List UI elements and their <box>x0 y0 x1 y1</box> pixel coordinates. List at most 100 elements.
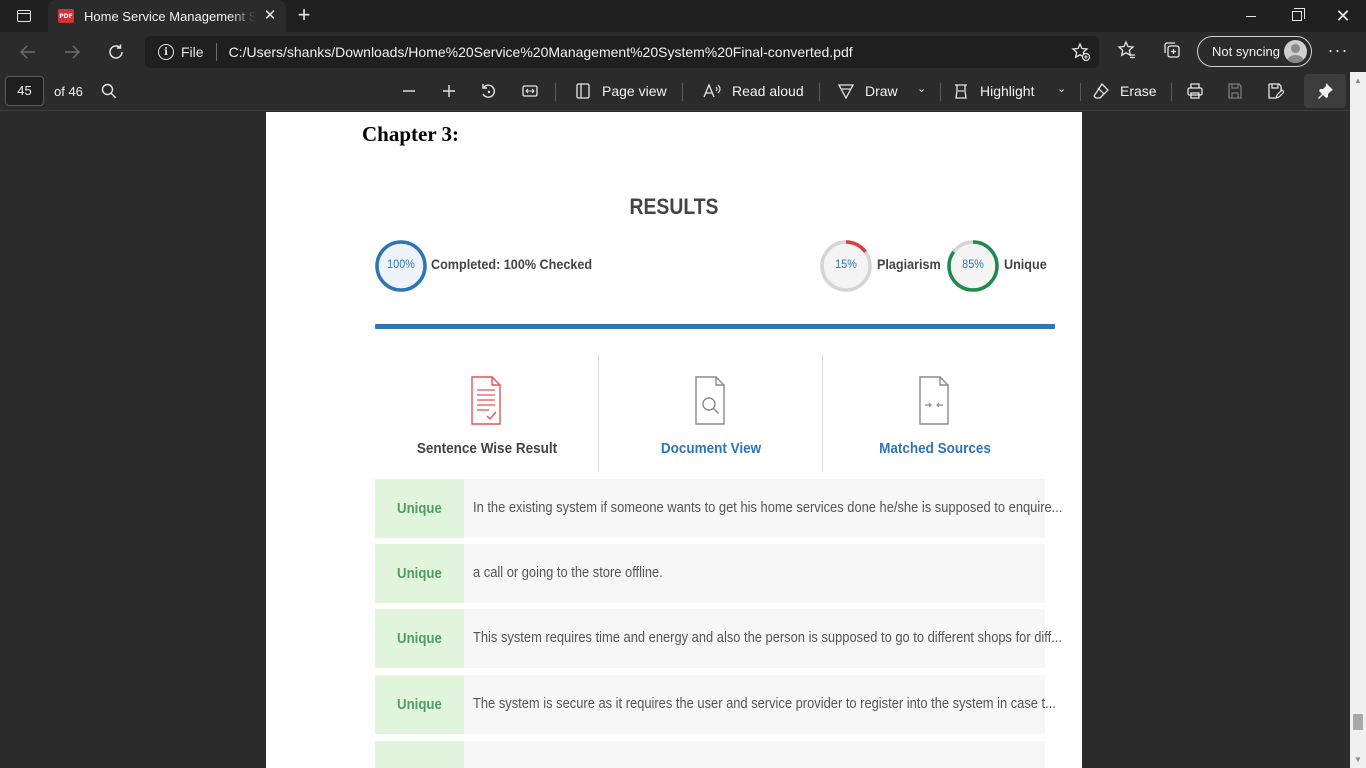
page-number-input[interactable]: 45 <box>5 76 44 106</box>
minimize-icon <box>1246 15 1256 17</box>
page-view-label: Page view <box>602 83 667 99</box>
erase-label: Erase <box>1120 83 1157 99</box>
highlight-icon <box>955 84 967 99</box>
plagiarism-value: 15% <box>835 257 857 271</box>
page-count: of 46 <box>54 84 83 99</box>
matched-sources-label: Matched Sources <box>879 440 991 457</box>
result-row: Unique a call or going to the store offl… <box>375 544 1045 603</box>
file-label: File <box>181 44 204 60</box>
close-icon: ✕ <box>1335 6 1351 26</box>
draw-chevron-down-icon[interactable]: ⌄ <box>917 82 926 95</box>
new-tab-button[interactable]: + <box>292 4 316 28</box>
url-text[interactable]: C:/Users/shanks/Downloads/Home%20Service… <box>229 44 853 60</box>
pdf-file-icon: PDF <box>58 9 74 23</box>
fit-to-page-button[interactable] <box>521 78 539 104</box>
favorites-icon <box>1117 40 1135 59</box>
tab-close-icon[interactable]: ✕ <box>262 8 278 24</box>
add-favorite-button[interactable] <box>1071 42 1091 62</box>
toolbar-separator <box>819 83 820 101</box>
pin-toolbar-button[interactable] <box>1304 74 1346 108</box>
read-aloud-button[interactable]: Read aloud <box>702 78 804 104</box>
close-window-button[interactable]: ✕ <box>1320 0 1366 32</box>
document-search-icon <box>695 376 725 425</box>
row-text: This system requires time and energy and… <box>473 629 1062 646</box>
pdf-viewer[interactable]: Chapter 3: RESULTS 100% Completed: 100% … <box>0 112 1350 768</box>
sentence-wise-result-tab[interactable]: Sentence Wise Result <box>375 354 599 472</box>
result-row: Unique The system is secure as it requir… <box>375 675 1056 734</box>
row-text: a call or going to the store offline. <box>473 564 663 581</box>
results-divider <box>375 324 1055 329</box>
find-button[interactable] <box>100 82 118 100</box>
highlight-chevron-down-icon[interactable]: ⌄ <box>1057 82 1066 95</box>
toolbar-separator <box>682 83 683 101</box>
info-icon[interactable]: i <box>158 44 174 60</box>
zoom-in-button[interactable] <box>440 78 458 104</box>
result-row: Unique In the existing system if someone… <box>375 479 1062 538</box>
pdf-page: Chapter 3: RESULTS 100% Completed: 100% … <box>266 112 1082 768</box>
toolbar-separator <box>940 83 941 101</box>
page-view-button[interactable]: Page view <box>574 78 667 104</box>
unique-label: Unique <box>1004 256 1047 272</box>
plus-icon <box>443 85 455 97</box>
chapter-heading: Chapter 3: <box>362 122 460 146</box>
page-view-icon <box>576 83 590 99</box>
pin-icon <box>1318 83 1333 99</box>
save-as-button[interactable] <box>1266 78 1284 104</box>
document-view-tab[interactable]: Document View <box>599 354 823 472</box>
status-badge <box>375 741 464 768</box>
search-icon <box>101 83 117 99</box>
highlight-label: Highlight <box>980 83 1035 99</box>
minimize-button[interactable] <box>1228 0 1274 32</box>
rotate-button[interactable] <box>480 78 498 104</box>
plagiarism-ring: 15% <box>820 230 872 302</box>
unique-ring: 85% <box>947 230 999 302</box>
unique-value: 85% <box>962 257 984 271</box>
read-aloud-label: Read aloud <box>732 83 804 99</box>
document-view-label: Document View <box>660 440 762 457</box>
matched-sources-icon <box>919 376 949 425</box>
status-badge: Unique <box>375 544 464 603</box>
back-arrow-icon <box>19 45 35 59</box>
tab-active[interactable]: PDF Home Service Management System Final… <box>48 0 286 32</box>
refresh-icon <box>109 44 123 59</box>
url-bar[interactable]: i File C:/Users/shanks/Downloads/Home%20… <box>145 36 1099 68</box>
fit-width-icon <box>522 85 538 97</box>
forward-button[interactable] <box>58 38 86 66</box>
print-button[interactable] <box>1186 78 1204 104</box>
rotate-icon <box>482 84 495 98</box>
plagiarism-label: Plagiarism <box>877 256 941 272</box>
back-button[interactable] <box>14 38 42 66</box>
status-badge: Unique <box>375 609 464 668</box>
eraser-icon <box>1093 82 1109 99</box>
profile-sync-button[interactable]: Not syncing <box>1197 36 1312 67</box>
sentence-wise-result-label: Sentence Wise Result <box>416 440 558 457</box>
save-button[interactable] <box>1226 78 1244 104</box>
pdf-toolbar: 45 of 46 Page view Read aloud Draw ⌄ Hig… <box>0 72 1366 111</box>
zoom-out-button[interactable] <box>400 78 418 104</box>
save-icon <box>1228 83 1242 99</box>
toolbar-separator <box>1080 83 1081 101</box>
settings-more-button[interactable]: ··· <box>1326 40 1350 64</box>
minus-icon <box>403 90 415 92</box>
scroll-up-icon[interactable]: ▲ <box>1354 76 1362 85</box>
result-row: Unique This system requires time and ene… <box>375 609 1062 668</box>
scroll-down-icon[interactable]: ▼ <box>1354 755 1362 764</box>
url-separator <box>215 43 217 61</box>
save-as-icon <box>1268 83 1284 99</box>
tab-actions-icon <box>17 10 31 22</box>
matched-sources-tab[interactable]: Matched Sources <box>823 354 1047 472</box>
collections-button[interactable] <box>1160 40 1184 64</box>
status-badge: Unique <box>375 675 464 734</box>
vertical-scrollbar[interactable]: ▲ ▼ <box>1350 72 1366 768</box>
scroll-thumb[interactable] <box>1353 714 1363 730</box>
highlight-button[interactable]: Highlight <box>952 78 1034 104</box>
restore-button[interactable] <box>1274 0 1320 32</box>
favorites-button[interactable] <box>1115 40 1139 64</box>
erase-button[interactable]: Erase <box>1092 78 1157 104</box>
tab-actions-button[interactable] <box>8 4 40 28</box>
sync-label: Not syncing <box>1212 44 1280 59</box>
completed-value: 100% <box>387 257 415 271</box>
refresh-button[interactable] <box>102 38 130 66</box>
draw-button[interactable]: Draw <box>837 78 898 104</box>
collections-icon <box>1164 42 1180 58</box>
